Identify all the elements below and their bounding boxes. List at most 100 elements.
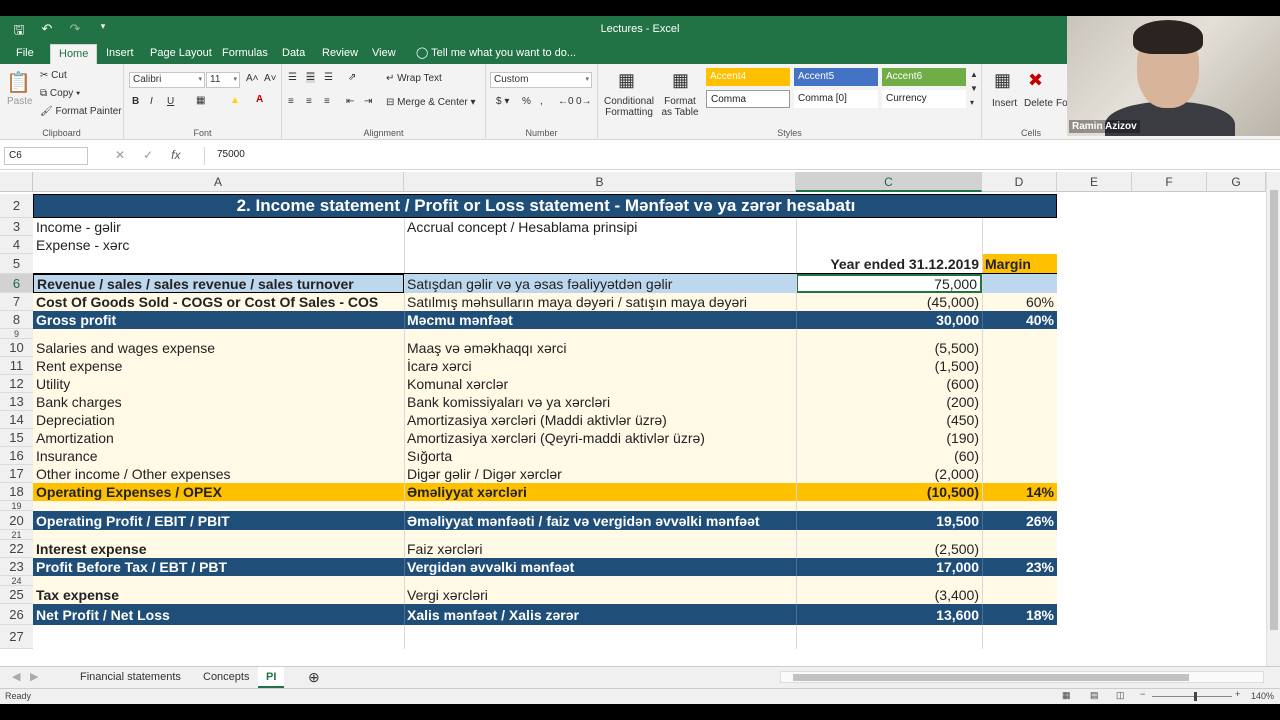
row-header[interactable]: 12 xyxy=(0,375,33,393)
cut-button[interactable]: ✂ Cut xyxy=(40,70,67,81)
format-painter-button[interactable]: 🖌 Format Painter xyxy=(40,106,122,117)
cell-c[interactable]: 19,500 xyxy=(796,511,982,530)
cell-a[interactable]: Other income / Other expenses xyxy=(33,465,404,483)
cell-a[interactable]: Cost Of Goods Sold - COGS or Cost Of Sal… xyxy=(33,293,404,311)
cell-c[interactable] xyxy=(796,530,982,540)
style-currency[interactable]: Currency xyxy=(882,90,966,108)
cell-d[interactable] xyxy=(982,625,1057,649)
row-header[interactable]: 2 xyxy=(0,194,33,218)
cell-a[interactable]: Revenue / sales / sales revenue / sales … xyxy=(33,274,404,293)
cell-b[interactable]: Əməliyyat mənfəəti / faiz və vergidən əv… xyxy=(404,511,796,530)
row-header[interactable]: 16 xyxy=(0,447,33,465)
cell-b[interactable]: Amortizasiya xərcləri (Maddi aktivlər üz… xyxy=(404,411,796,429)
cell-a[interactable] xyxy=(33,530,404,540)
col-header-d[interactable]: D xyxy=(982,172,1057,192)
row-header[interactable]: 21 xyxy=(0,530,33,540)
cell-c[interactable]: 17,000 xyxy=(796,558,982,576)
row-header[interactable]: 8 xyxy=(0,311,33,329)
cell-d[interactable] xyxy=(982,576,1057,586)
cell-b[interactable]: Əməliyyat xərcləri xyxy=(404,483,796,501)
tab-page-layout[interactable]: Page Layout xyxy=(142,44,220,64)
cell-a[interactable] xyxy=(33,254,404,273)
cell-a[interactable]: Bank charges xyxy=(33,393,404,411)
cell-b[interactable]: Bank komissiyaları və ya xərcləri xyxy=(404,393,796,411)
align-right-icon[interactable]: ≡ xyxy=(324,96,330,107)
cell-d[interactable] xyxy=(982,393,1057,411)
cell-d[interactable] xyxy=(982,586,1057,604)
col-header-a[interactable]: A xyxy=(33,172,404,192)
cell-c[interactable]: (10,500) xyxy=(796,483,982,501)
cell-d[interactable] xyxy=(982,447,1057,465)
bold-button[interactable]: B xyxy=(132,96,139,107)
cell-c[interactable]: 30,000 xyxy=(796,311,982,329)
tell-me-box[interactable]: ◯ Tell me what you want to do... xyxy=(408,44,584,64)
cell-c[interactable]: (200) xyxy=(796,393,982,411)
cell-d[interactable] xyxy=(982,429,1057,447)
normal-view-icon[interactable]: ▦ xyxy=(1062,690,1071,701)
cell-a[interactable] xyxy=(33,625,404,649)
style-accent6[interactable]: Accent6 xyxy=(882,68,966,86)
cancel-icon[interactable]: ✕ xyxy=(115,148,125,162)
orientation-icon[interactable]: ⇗ xyxy=(348,72,356,83)
cell-b[interactable]: Xalis mənfəət / Xalis zərər xyxy=(404,604,796,625)
cell-d[interactable] xyxy=(982,411,1057,429)
delete-cells-button[interactable]: Delete xyxy=(1024,98,1053,109)
cell-a[interactable] xyxy=(33,329,404,339)
col-header-e[interactable]: E xyxy=(1057,172,1132,192)
next-sheet-icon[interactable]: ▶ xyxy=(22,667,46,688)
align-left-icon[interactable]: ≡ xyxy=(288,96,294,107)
fx-icon[interactable]: fx xyxy=(171,148,180,162)
cell-c[interactable]: 13,600 xyxy=(796,604,982,625)
cell-c[interactable]: (450) xyxy=(796,411,982,429)
comma-style-icon[interactable]: , xyxy=(540,96,543,107)
cell-d[interactable]: 23% xyxy=(982,558,1057,576)
currency-icon[interactable]: $ ▾ xyxy=(496,96,509,107)
cell-a[interactable]: Expense - xərc xyxy=(33,236,404,254)
cell-d[interactable] xyxy=(982,540,1057,558)
cell-d[interactable] xyxy=(982,375,1057,393)
italic-button[interactable]: I xyxy=(150,96,153,107)
row-header[interactable]: 15 xyxy=(0,429,33,447)
zoom-level[interactable]: 140% xyxy=(1251,691,1274,701)
cell-a[interactable] xyxy=(33,501,404,511)
align-bottom-icon[interactable]: ☰ xyxy=(324,72,333,83)
tab-view[interactable]: View xyxy=(364,44,404,64)
align-middle-icon[interactable]: ☰ xyxy=(306,72,315,83)
paste-icon[interactable]: 📋 xyxy=(6,70,31,95)
font-size-select[interactable]: 11 ▾ xyxy=(206,72,240,88)
cell-c[interactable]: (5,500) xyxy=(796,339,982,357)
tab-file[interactable]: File xyxy=(8,44,42,64)
cell-b[interactable]: Faiz xərcləri xyxy=(404,540,796,558)
tab-home[interactable]: Home xyxy=(50,44,98,64)
cell-d[interactable] xyxy=(982,274,1057,293)
decrease-decimal-icon[interactable]: 0→ xyxy=(576,96,592,107)
cell-a[interactable]: Rent expense xyxy=(33,357,404,375)
cell-b[interactable]: Sığorta xyxy=(404,447,796,465)
insert-cells-icon[interactable]: ▦ xyxy=(994,70,1011,91)
cell-b[interactable]: İcarə xərci xyxy=(404,357,796,375)
cell-a[interactable]: Interest expense xyxy=(33,540,404,558)
horizontal-scrollbar[interactable] xyxy=(780,671,1264,683)
row-header[interactable]: 11 xyxy=(0,357,33,375)
horizontal-scroll-thumb[interactable] xyxy=(793,674,1189,681)
row-header[interactable]: 24 xyxy=(0,576,33,586)
conditional-formatting-button[interactable]: Conditional Formatting xyxy=(600,96,658,118)
row-header[interactable]: 10 xyxy=(0,339,33,357)
cell-a[interactable]: Salaries and wages expense xyxy=(33,339,404,357)
cell-c[interactable] xyxy=(796,236,982,254)
cell-a[interactable]: Tax expense xyxy=(33,586,404,604)
font-name-select[interactable]: Calibri ▾ xyxy=(129,72,205,88)
row-header[interactable]: 3 xyxy=(0,218,33,236)
cell-d[interactable]: 14% xyxy=(982,483,1057,501)
col-header-c[interactable]: C xyxy=(796,172,982,192)
styles-scroll-icon[interactable]: ▲ ▼ ▾ xyxy=(970,68,978,110)
cell-c[interactable]: Year ended 31.12.2019 xyxy=(796,254,982,273)
cell-b[interactable]: Maaş və əməkhaqqı xərci xyxy=(404,339,796,357)
tab-data[interactable]: Data xyxy=(274,44,313,64)
cell-d[interactable] xyxy=(982,530,1057,540)
cell-d[interactable] xyxy=(982,465,1057,483)
row-header[interactable]: 22 xyxy=(0,540,33,558)
cell-b[interactable]: Satışdan gəlir və ya əsas fəaliyyətdən g… xyxy=(404,274,796,293)
cell-c[interactable]: (2,500) xyxy=(796,540,982,558)
number-format-select[interactable]: Custom ▾ xyxy=(490,72,592,88)
